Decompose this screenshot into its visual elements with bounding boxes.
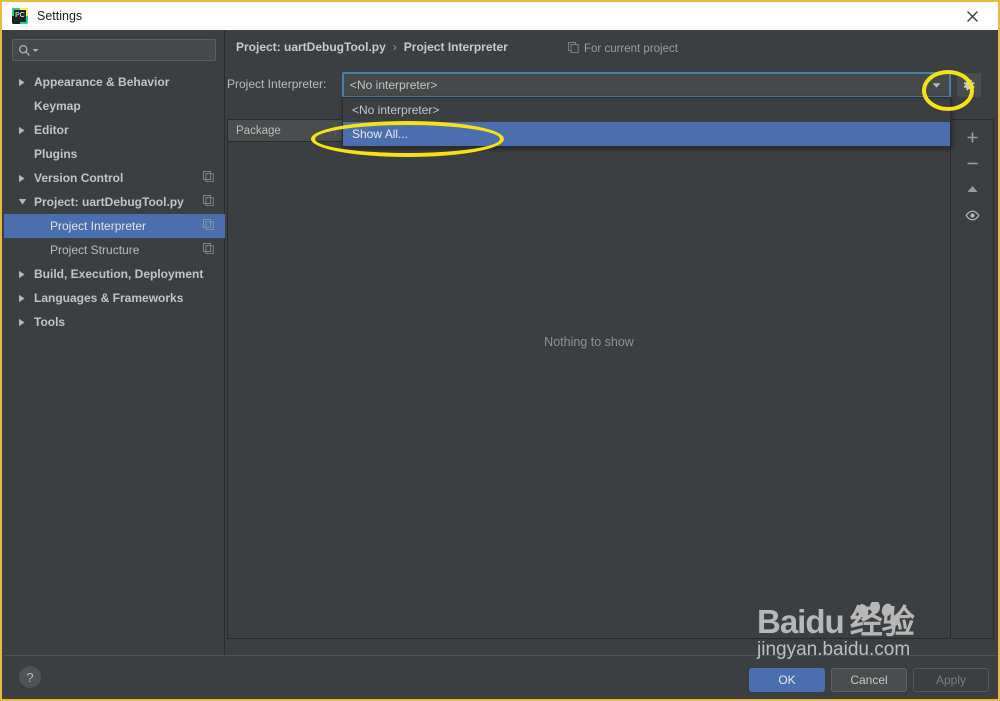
- scope-note: For current project: [568, 42, 678, 56]
- ok-button[interactable]: OK: [749, 668, 825, 692]
- eye-icon[interactable]: [952, 202, 992, 228]
- help-button[interactable]: ?: [19, 666, 41, 688]
- breadcrumb-root[interactable]: Project: uartDebugTool.py: [236, 40, 386, 54]
- cancel-button[interactable]: Cancel: [831, 668, 907, 692]
- breadcrumb-leaf: Project Interpreter: [403, 40, 508, 54]
- sidebar-item-label: Appearance & Behavior: [34, 75, 170, 89]
- copy-icon: [203, 171, 214, 185]
- sidebar-item-label: Version Control: [34, 171, 124, 185]
- sidebar-item-project-uartdebugtool-py[interactable]: Project: uartDebugTool.py: [4, 190, 225, 214]
- settings-sidebar: Appearance & Behavior Keymap Editor Plugins…: [4, 30, 225, 655]
- sidebar-item-editor[interactable]: Editor: [4, 118, 225, 142]
- sidebar-item-project-interpreter[interactable]: Project Interpreter: [4, 214, 225, 238]
- chevron-right-icon[interactable]: [14, 270, 30, 279]
- sidebar-item-label: Languages & Frameworks: [34, 291, 184, 305]
- dropdown-option-show-all[interactable]: Show All...: [343, 122, 950, 146]
- sidebar-item-appearance-behavior[interactable]: Appearance & Behavior: [4, 70, 225, 94]
- column-header-package[interactable]: Package: [228, 124, 336, 137]
- sidebar-item-plugins[interactable]: Plugins: [4, 142, 225, 166]
- window-title: Settings: [37, 9, 83, 23]
- sidebar-item-label: Project Structure: [50, 243, 140, 257]
- dropdown-option-no-interpreter[interactable]: <No interpreter>: [343, 98, 950, 122]
- sidebar-item-label: Project Interpreter: [50, 219, 147, 233]
- sidebar-item-project-structure[interactable]: Project Structure: [4, 238, 225, 262]
- apply-button: Apply: [913, 668, 989, 692]
- scope-note-label: For current project: [584, 43, 678, 55]
- sidebar-item-tools[interactable]: Tools: [4, 310, 225, 334]
- copy-icon: [203, 195, 214, 209]
- uninstall-package-button[interactable]: [952, 150, 992, 176]
- project-interpreter-panel: Project: uartDebugTool.py › Project Inte…: [225, 30, 998, 655]
- interpreter-label: Project Interpreter:: [227, 77, 327, 91]
- empty-state-label: Nothing to show: [544, 335, 634, 349]
- interpreter-dropdown-list[interactable]: <No interpreter> Show All...: [342, 97, 951, 147]
- sidebar-item-label: Editor: [34, 123, 69, 137]
- interpreter-row: Project Interpreter: <No interpreter>: [225, 72, 998, 98]
- dialog-footer: ? OK Cancel Apply: [4, 655, 998, 699]
- up-arrow-icon[interactable]: [952, 176, 992, 202]
- chevron-right-icon[interactable]: [14, 318, 30, 327]
- interpreter-combobox[interactable]: <No interpreter>: [342, 72, 951, 98]
- sidebar-item-keymap[interactable]: Keymap: [4, 94, 225, 118]
- packages-toolbar: [952, 119, 994, 639]
- breadcrumb: Project: uartDebugTool.py › Project Inte…: [236, 40, 508, 54]
- pycharm-icon: PC: [12, 8, 28, 24]
- search-dropdown-icon[interactable]: [32, 41, 39, 59]
- gear-icon[interactable]: [957, 73, 981, 97]
- close-icon[interactable]: [950, 2, 994, 30]
- packages-table: Package Nothing to show: [227, 119, 951, 639]
- copy-icon: [203, 243, 214, 257]
- settings-content: Appearance & Behavior Keymap Editor Plugins…: [4, 30, 998, 699]
- window-titlebar: PC Settings: [2, 2, 998, 30]
- sidebar-item-version-control[interactable]: Version Control: [4, 166, 225, 190]
- chevron-right-icon[interactable]: [14, 126, 30, 135]
- copy-icon: [568, 42, 579, 56]
- chevron-right-icon[interactable]: [14, 294, 30, 303]
- sidebar-item-languages-frameworks[interactable]: Languages & Frameworks: [4, 286, 225, 310]
- chevron-right-icon[interactable]: [14, 174, 30, 183]
- chevron-down-icon[interactable]: [14, 198, 30, 206]
- breadcrumb-separator: ›: [392, 40, 397, 54]
- interpreter-value: <No interpreter>: [350, 78, 438, 92]
- settings-tree: Appearance & Behavior Keymap Editor Plugins…: [4, 70, 225, 334]
- sidebar-item-build-execution-deployment[interactable]: Build, Execution, Deployment: [4, 262, 225, 286]
- sidebar-item-label: Project: uartDebugTool.py: [34, 195, 184, 209]
- install-package-button[interactable]: [952, 124, 992, 150]
- sidebar-item-label: Keymap: [34, 99, 81, 113]
- copy-icon: [203, 219, 214, 233]
- sidebar-item-label: Plugins: [34, 147, 78, 161]
- chevron-down-icon[interactable]: [923, 74, 949, 96]
- search-icon: [18, 44, 31, 57]
- sidebar-item-label: Build, Execution, Deployment: [34, 267, 204, 281]
- settings-window: PC Settings Appearance & Behavior Keymap…: [0, 0, 1000, 701]
- chevron-right-icon[interactable]: [14, 78, 30, 87]
- sidebar-item-label: Tools: [34, 315, 66, 329]
- search-input[interactable]: [12, 39, 216, 61]
